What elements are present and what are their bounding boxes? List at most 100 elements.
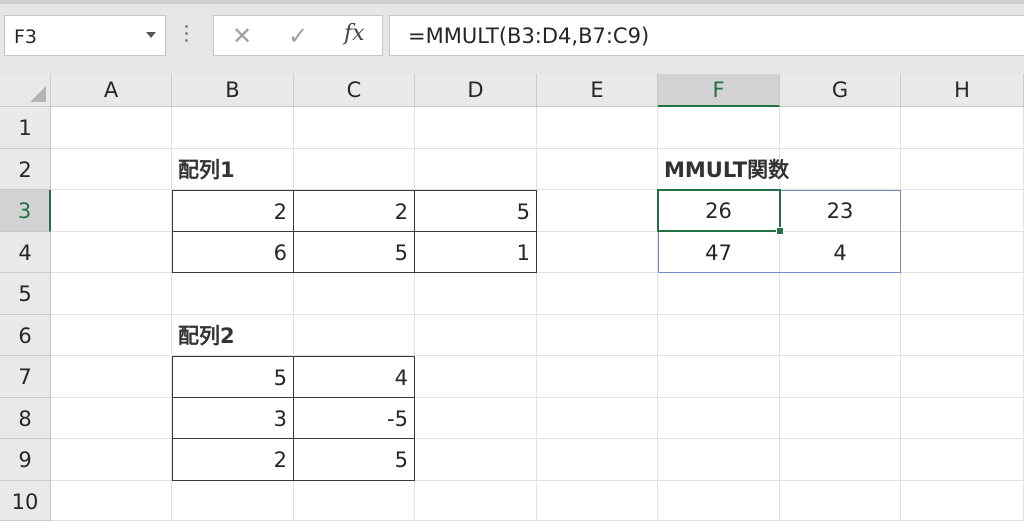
cell-d9[interactable] (415, 439, 537, 481)
cell-g3[interactable]: 23 (780, 190, 901, 232)
cell-g6[interactable] (780, 315, 901, 356)
cell-e9[interactable] (537, 439, 658, 481)
cell-h1[interactable] (901, 107, 1024, 149)
cell-f9[interactable] (658, 439, 780, 481)
cell-f7[interactable] (658, 356, 780, 398)
cell-c10[interactable] (294, 481, 415, 521)
cell-d6[interactable] (415, 315, 537, 356)
cell-c9[interactable]: 5 (294, 439, 415, 481)
cell-e10[interactable] (537, 481, 658, 521)
cell-b8[interactable]: 3 (172, 398, 294, 439)
row-header-6[interactable]: 6 (0, 315, 51, 356)
row-header-5[interactable]: 5 (0, 273, 51, 315)
cell-b10[interactable] (172, 481, 294, 521)
cell-f10[interactable] (658, 481, 780, 521)
cell-c6[interactable] (294, 315, 415, 356)
formula-input[interactable]: =MMULT(B3:D4,B7:C9) (389, 15, 1024, 56)
cell-a4[interactable] (51, 232, 172, 273)
cancel-icon[interactable]: ✕ (232, 22, 252, 50)
cell-a2[interactable] (51, 149, 172, 190)
cell-b2[interactable]: 配列1 (172, 149, 294, 190)
cell-d7[interactable] (415, 356, 537, 398)
select-all-button[interactable] (0, 74, 51, 107)
cell-f8[interactable] (658, 398, 780, 439)
cell-h8[interactable] (901, 398, 1024, 439)
cell-d8[interactable] (415, 398, 537, 439)
row-header-7[interactable]: 7 (0, 356, 51, 398)
cell-e5[interactable] (537, 273, 658, 315)
cell-c8[interactable]: -5 (294, 398, 415, 439)
cell-e8[interactable] (537, 398, 658, 439)
cell-c3[interactable]: 2 (294, 190, 415, 232)
column-header-e[interactable]: E (537, 74, 658, 107)
cell-d10[interactable] (415, 481, 537, 521)
cell-h3[interactable] (901, 190, 1024, 232)
cell-c7[interactable]: 4 (294, 356, 415, 398)
row-header-9[interactable]: 9 (0, 439, 51, 481)
cell-g9[interactable] (780, 439, 901, 481)
cell-h9[interactable] (901, 439, 1024, 481)
column-header-g[interactable]: G (780, 74, 901, 107)
cell-d5[interactable] (415, 273, 537, 315)
cell-a10[interactable] (51, 481, 172, 521)
row-header-4[interactable]: 4 (0, 232, 51, 273)
row-header-2[interactable]: 2 (0, 149, 51, 190)
cell-g2[interactable] (780, 149, 901, 190)
column-header-h[interactable]: H (901, 74, 1024, 107)
cell-a8[interactable] (51, 398, 172, 439)
cell-g5[interactable] (780, 273, 901, 315)
cell-b9[interactable]: 2 (172, 439, 294, 481)
cell-h10[interactable] (901, 481, 1024, 521)
more-icon[interactable] (185, 25, 189, 45)
cell-c1[interactable] (294, 107, 415, 149)
cell-b1[interactable] (172, 107, 294, 149)
cell-a7[interactable] (51, 356, 172, 398)
cell-b3[interactable]: 2 (172, 190, 294, 232)
cell-b7[interactable]: 5 (172, 356, 294, 398)
cell-g8[interactable] (780, 398, 901, 439)
chevron-down-icon[interactable] (146, 32, 156, 38)
column-header-d[interactable]: D (415, 74, 537, 107)
cell-c2[interactable] (294, 149, 415, 190)
cell-f6[interactable] (658, 315, 780, 356)
cell-f1[interactable] (658, 107, 780, 149)
name-box[interactable]: F3 (4, 15, 166, 56)
row-header-3[interactable]: 3 (0, 190, 51, 232)
cell-c5[interactable] (294, 273, 415, 315)
cell-f2[interactable]: MMULT関数 (658, 149, 789, 190)
cell-e7[interactable] (537, 356, 658, 398)
cell-a1[interactable] (51, 107, 172, 149)
column-header-a[interactable]: A (51, 74, 172, 107)
cell-g7[interactable] (780, 356, 901, 398)
cell-h4[interactable] (901, 232, 1024, 273)
cell-e3[interactable] (537, 190, 658, 232)
cell-g1[interactable] (780, 107, 901, 149)
check-icon[interactable]: ✓ (288, 22, 308, 50)
cell-h6[interactable] (901, 315, 1024, 356)
cell-e6[interactable] (537, 315, 658, 356)
cell-d2[interactable] (415, 149, 537, 190)
cell-d1[interactable] (415, 107, 537, 149)
cell-b4[interactable]: 6 (172, 232, 294, 273)
cell-e4[interactable] (537, 232, 658, 273)
cell-h7[interactable] (901, 356, 1024, 398)
column-header-b[interactable]: B (172, 74, 294, 107)
cell-g10[interactable] (780, 481, 901, 521)
cell-e2[interactable] (537, 149, 658, 190)
cell-h5[interactable] (901, 273, 1024, 315)
column-header-c[interactable]: C (294, 74, 415, 107)
cell-a3[interactable] (51, 190, 172, 232)
cell-b6[interactable]: 配列2 (172, 315, 294, 356)
cell-g4[interactable]: 4 (780, 232, 901, 273)
row-header-8[interactable]: 8 (0, 398, 51, 439)
cell-a6[interactable] (51, 315, 172, 356)
row-header-10[interactable]: 10 (0, 481, 51, 521)
cell-h2[interactable] (901, 149, 1024, 190)
cell-e1[interactable] (537, 107, 658, 149)
cell-a5[interactable] (51, 273, 172, 315)
fill-handle[interactable] (776, 227, 784, 235)
insert-function-icon[interactable]: fx (344, 21, 365, 46)
cell-b5[interactable] (172, 273, 294, 315)
row-header-1[interactable]: 1 (0, 107, 51, 149)
cell-f5[interactable] (658, 273, 780, 315)
